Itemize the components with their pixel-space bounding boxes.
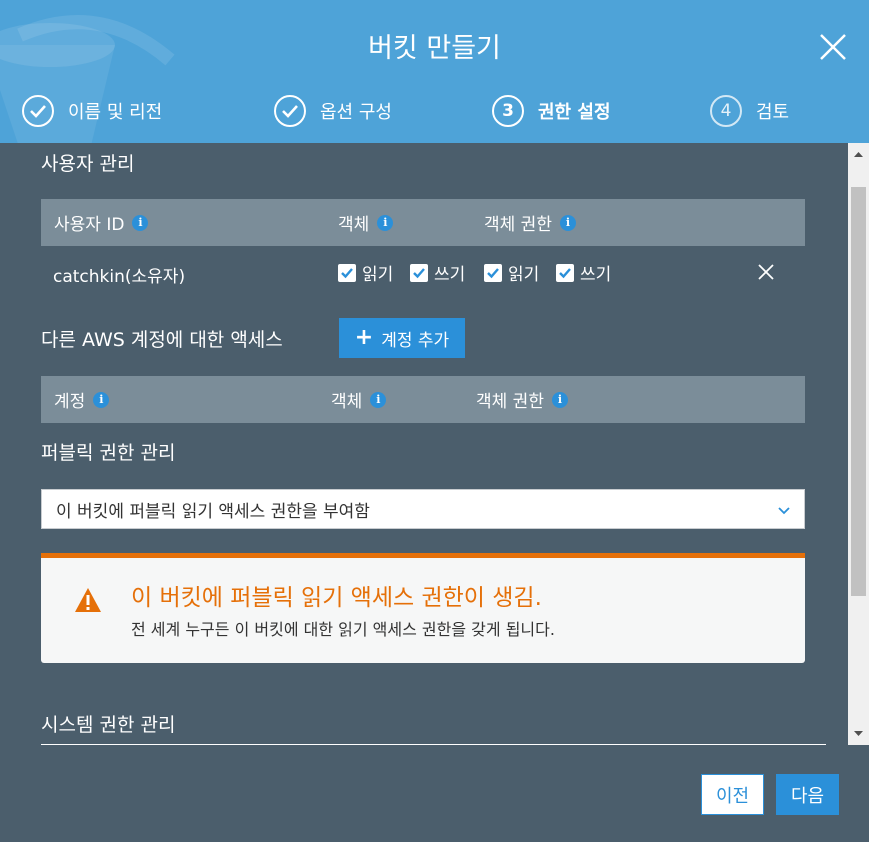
wizard-steps: 이름 및 리전 옵션 구성 3 권한 설정 4 검토 xyxy=(0,92,869,130)
permissions-read-checkbox[interactable]: 읽기 xyxy=(484,260,539,285)
col-user-id: 사용자 ID i xyxy=(54,199,149,246)
check-circle-icon xyxy=(274,95,306,127)
objects-read-checkbox[interactable]: 읽기 xyxy=(338,260,393,285)
check-circle-icon xyxy=(22,95,54,127)
modal-content: 사용자 관리 사용자 ID i 객체 i 객체 권한 i catchkin(소유… xyxy=(0,143,848,745)
step-number-4: 4 xyxy=(710,95,742,127)
close-icon[interactable] xyxy=(816,30,850,64)
modal-title: 버킷 만들기 xyxy=(368,33,501,64)
vertical-scrollbar[interactable] xyxy=(848,143,869,745)
other-accounts-title: 다른 AWS 계정에 대한 액세스 xyxy=(41,329,283,351)
checkmark-icon xyxy=(410,263,428,282)
checkmark-icon xyxy=(484,263,502,282)
warning-message: 전 세계 누구든 이 버킷에 대한 읽기 액세스 권한을 갖게 됩니다. xyxy=(131,620,555,639)
chevron-down-icon xyxy=(778,507,790,515)
step-label: 옵션 구성 xyxy=(320,102,392,123)
col-account: 계정 i xyxy=(54,376,110,423)
objects-write-checkbox[interactable]: 쓰기 xyxy=(410,260,465,285)
col-object-permissions: 객체 권한 i xyxy=(484,199,576,246)
step-options[interactable]: 옵션 구성 xyxy=(274,92,392,130)
col-object-permissions: 객체 권한 i xyxy=(476,376,568,423)
step-label: 권한 설정 xyxy=(538,102,611,123)
plus-icon: + xyxy=(354,325,374,350)
info-icon[interactable]: i xyxy=(551,391,568,408)
user-table-header: 사용자 ID i 객체 i 객체 권한 i xyxy=(41,199,805,246)
scrollbar-thumb[interactable] xyxy=(851,187,866,596)
info-icon[interactable]: i xyxy=(132,214,149,231)
step-label: 이름 및 리전 xyxy=(68,102,163,123)
add-account-button[interactable]: + 계정 추가 xyxy=(339,318,465,358)
checkmark-icon xyxy=(338,263,356,282)
step-label: 검토 xyxy=(756,102,790,123)
warning-icon xyxy=(75,588,101,612)
scroll-up-icon[interactable] xyxy=(853,149,864,160)
modal-header: 버킷 만들기 이름 및 리전 옵션 구성 3 권한 설정 4 검토 xyxy=(0,0,869,143)
public-permissions-title: 퍼블릭 권한 관리 xyxy=(41,442,176,464)
info-icon[interactable]: i xyxy=(370,391,387,408)
col-objects: 객체 i xyxy=(331,376,387,423)
owner-user-id: catchkin(소유자) xyxy=(53,267,186,287)
accounts-table-header: 계정 i 객체 i 객체 권한 i xyxy=(41,376,805,423)
step-name-region[interactable]: 이름 및 리전 xyxy=(22,92,162,130)
permissions-write-checkbox[interactable]: 쓰기 xyxy=(556,260,611,285)
step-permissions[interactable]: 3 권한 설정 xyxy=(492,92,611,130)
public-permissions-select[interactable]: 이 버킷에 퍼블릭 읽기 액세스 권한을 부여함 xyxy=(41,489,805,529)
system-permissions-title: 시스템 권한 관리 xyxy=(41,714,176,736)
scroll-down-icon[interactable] xyxy=(853,728,864,739)
info-icon[interactable]: i xyxy=(377,214,394,231)
next-button[interactable]: 다음 xyxy=(776,774,839,815)
col-objects: 객체 i xyxy=(338,199,394,246)
previous-button[interactable]: 이전 xyxy=(701,774,764,815)
section-divider xyxy=(41,744,826,745)
public-access-warning: 이 버킷에 퍼블릭 읽기 액세스 권한이 생김. 전 세계 누구든 이 버킷에 … xyxy=(41,553,805,663)
checkmark-icon xyxy=(556,263,574,282)
remove-user-icon[interactable] xyxy=(756,262,776,282)
step-review[interactable]: 4 검토 xyxy=(710,92,789,130)
step-number-3: 3 xyxy=(492,95,524,127)
user-management-title: 사용자 관리 xyxy=(41,153,135,175)
warning-title: 이 버킷에 퍼블릭 읽기 액세스 권한이 생김. xyxy=(131,585,542,611)
info-icon[interactable]: i xyxy=(93,391,110,408)
info-icon[interactable]: i xyxy=(559,214,576,231)
